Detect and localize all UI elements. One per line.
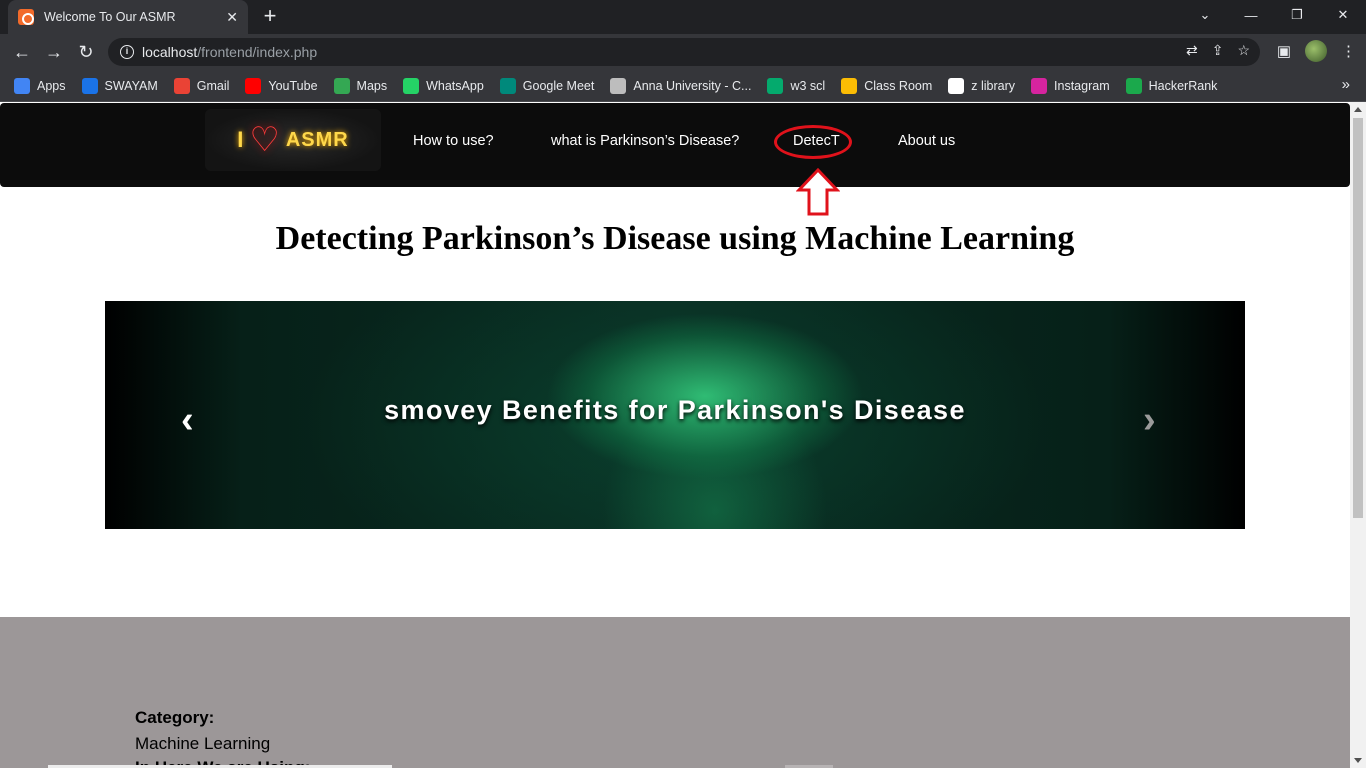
scroll-up-icon[interactable] (1354, 107, 1362, 112)
bookmark-label: w3 scl (790, 78, 826, 93)
maps-icon (333, 77, 350, 94)
profile-avatar[interactable] (1305, 40, 1327, 62)
bookmark-label: YouTube (268, 78, 318, 93)
up-arrow-annotation-icon (796, 168, 840, 216)
bookmark-item[interactable]: Anna University - C... (610, 77, 752, 94)
info-section: Category: Machine Learning In Here We ar… (0, 617, 1350, 768)
back-button[interactable]: ← (10, 40, 34, 64)
reload-button[interactable]: ↻ (74, 40, 98, 64)
browser-toolbar: ← → ↻ i localhost/frontend/index.php ⇄ ⇪… (0, 34, 1366, 70)
scroll-thumb[interactable] (1353, 118, 1363, 518)
instagram-icon (1031, 77, 1048, 94)
category-label: Category: (135, 708, 215, 727)
logo[interactable]: I ♡ ASMR (205, 109, 381, 171)
logo-i: I (237, 127, 244, 152)
bookmarks-bar: Apps SWAYAM Gmail YouTube Maps WhatsApp Google… (0, 70, 1366, 102)
google-meet-icon (499, 77, 516, 94)
carousel-prev-icon[interactable]: ‹ (181, 401, 194, 439)
scroll-down-icon[interactable] (1354, 758, 1362, 763)
bookmark-label: z library (971, 78, 1016, 93)
bookmark-label: Google Meet (522, 78, 595, 93)
menu-kebab-icon[interactable]: ⋮ (1341, 42, 1356, 60)
bookmark-item[interactable]: Class Room (841, 77, 933, 94)
bookmark-label: Maps (356, 78, 388, 93)
bookmark-item[interactable]: Instagram (1031, 77, 1110, 94)
bookmark-label: Gmail (196, 78, 230, 93)
classroom-icon (841, 77, 858, 94)
address-bar[interactable]: i localhost/frontend/index.php ⇄ ⇪ ☆ (108, 38, 1260, 66)
youtube-icon (245, 77, 262, 94)
zlibrary-icon (948, 77, 965, 94)
bookmark-item[interactable]: Apps (14, 77, 66, 94)
bookmark-item[interactable]: Google Meet (499, 77, 595, 94)
bookmark-label: HackerRank (1148, 78, 1218, 93)
bookmark-label: Anna University - C... (633, 78, 752, 93)
url-path: /frontend/index.php (197, 44, 318, 60)
bookmark-item[interactable]: HackerRank (1125, 77, 1218, 94)
bookmark-item[interactable]: YouTube (245, 77, 318, 94)
anna-university-icon (610, 77, 627, 94)
side-panel-icon[interactable]: ▣ (1277, 42, 1291, 60)
share-icon[interactable]: ⇪ (1212, 42, 1224, 59)
bookmark-label: WhatsApp (426, 78, 484, 93)
category-value: Machine Learning (135, 734, 271, 753)
carousel-caption: smovey Benefits for Parkinson's Disease (384, 395, 966, 425)
bookmark-label: Instagram (1054, 78, 1110, 93)
page-scrollbar[interactable] (1350, 102, 1366, 768)
bookmark-label: Class Room (864, 78, 933, 93)
bookmark-item[interactable]: z library (948, 77, 1016, 94)
bookmark-item[interactable]: Maps (333, 77, 388, 94)
site-info-icon[interactable]: i (120, 45, 134, 59)
restore-button[interactable]: ❐ (1274, 0, 1320, 30)
tab-search-icon[interactable]: ⌄ (1182, 0, 1228, 30)
heart-icon: ♡ (249, 121, 280, 159)
forward-button[interactable]: → (42, 40, 66, 64)
bookmark-star-icon[interactable]: ☆ (1237, 42, 1250, 59)
close-window-button[interactable]: ✕ (1320, 0, 1366, 30)
xampp-favicon-icon (18, 9, 34, 25)
url-host: localhost (142, 44, 198, 60)
tab-strip: Welcome To Our ASMR ✕ + ⌄ — ❐ ✕ (0, 0, 1366, 34)
browser-tab[interactable]: Welcome To Our ASMR ✕ (8, 0, 248, 34)
tab-title: Welcome To Our ASMR (44, 10, 176, 24)
nav-about-us[interactable]: About us (898, 133, 955, 149)
site-navbar: I ♡ ASMR How to use? what is Parkinson’s… (0, 103, 1350, 187)
translate-icon[interactable]: ⇄ (1186, 42, 1198, 59)
bookmark-label: SWAYAM (104, 78, 158, 93)
bookmark-item[interactable]: SWAYAM (81, 77, 158, 94)
bookmark-label: Apps (37, 78, 66, 93)
nav-what-is-parkinsons[interactable]: what is Parkinson’s Disease? (551, 133, 739, 149)
bookmark-item[interactable]: Gmail (173, 77, 230, 94)
page-viewport: I ♡ ASMR How to use? what is Parkinson’s… (0, 102, 1366, 768)
close-tab-icon[interactable]: ✕ (226, 9, 238, 26)
w3schools-icon (767, 77, 784, 94)
carousel-next-icon[interactable]: › (1143, 401, 1156, 439)
logo-text: ASMR (285, 128, 349, 151)
new-tab-button[interactable]: + (258, 5, 282, 29)
gmail-icon (173, 77, 190, 94)
minimize-button[interactable]: — (1228, 0, 1274, 30)
nav-how-to-use[interactable]: How to use? (413, 133, 494, 149)
swayam-icon (81, 77, 98, 94)
window-controls: ⌄ — ❐ ✕ (1182, 0, 1366, 34)
apps-grid-icon (14, 77, 30, 94)
nav-detect[interactable]: DetecT (793, 133, 840, 149)
image-carousel: smovey Benefits for Parkinson's Disease … (105, 301, 1245, 529)
hackerrank-icon (1125, 77, 1142, 94)
page-title: Detecting Parkinson’s Disease using Mach… (275, 220, 1075, 257)
whatsapp-icon (403, 77, 420, 94)
more-bookmarks-icon[interactable]: » (1342, 76, 1350, 93)
bookmark-item[interactable]: w3 scl (767, 77, 826, 94)
bookmark-item[interactable]: WhatsApp (403, 77, 484, 94)
